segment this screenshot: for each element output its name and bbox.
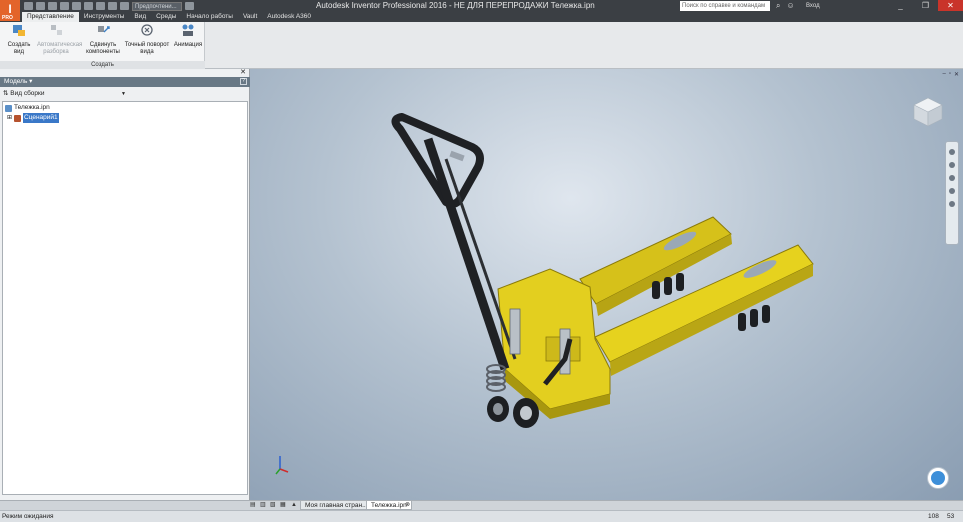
graphics-viewport[interactable]: – ▫ ✕ [250,69,963,500]
save-icon[interactable] [48,2,57,10]
create-panel-label[interactable]: Создать [0,61,205,69]
window-controls: _ ❐ ✕ [888,0,963,11]
view-selector-label: Вид сборки [10,90,45,97]
tab-a360[interactable]: Autodesk A360 [262,12,316,22]
tree-item-root[interactable]: Тележка.ipn [5,103,245,113]
model-browser: ✕ Модель ▾ ? ⇅ Вид сборки ▼ Тележка.ipn … [0,69,250,500]
sign-in-button[interactable]: Вход [806,1,866,11]
create-view-button[interactable]: Создать вид [2,23,36,56]
tab-vault[interactable]: Vault [238,12,262,22]
tile-vertical-icon[interactable]: ▥ [260,501,266,510]
auto-explode-button: Автоматическая разборка [37,23,83,56]
quick-access-toolbar: Предпочтени... [24,1,194,11]
coordinate-triad-icon [275,456,289,475]
browser-pin-icon[interactable]: ? [240,78,247,85]
user-icon[interactable]: ☺ [786,1,794,11]
logo-letter: I [8,2,12,16]
minimize-button[interactable]: _ [888,0,913,11]
material-icon[interactable] [120,2,129,10]
ribbon: Создать вид Автоматическая разборка Сдви… [0,22,963,69]
tree-item-scenario-label: Сценарий1 [23,113,59,123]
logo-sub: PRO [2,15,13,21]
pallet-truck-model [391,113,814,428]
title-bar: Предпочтени... Autodesk Inventor Profess… [0,0,963,12]
tab-close-icon[interactable]: ⊗ [405,501,410,510]
cascade-icon[interactable]: ▧ [270,501,276,510]
tile-horizontal-icon[interactable]: ▤ [250,501,256,510]
presentation-file-icon [5,104,12,112]
open-file-icon[interactable] [36,2,45,10]
tab-get-started[interactable]: Начало работы [181,12,238,22]
close-button[interactable]: ✕ [938,0,963,11]
tree-item-scenario[interactable]: ⊞ Сценарий1 [5,113,245,123]
browser-header: Модель ▾ ? [0,77,250,87]
create-view-label: Создать вид [7,42,31,55]
steering-wheels [487,396,539,428]
animation-button[interactable]: Анимация [172,23,204,49]
precise-rotate-view-label: Точный поворот вида [124,42,170,55]
animation-label: Анимация [173,42,203,48]
arrange-icon[interactable]: ▦ [280,501,286,510]
view-selector-icon: ⇅ [3,90,9,97]
select-icon[interactable] [108,2,117,10]
precise-rotate-view-button[interactable]: Точный поворот вида [122,23,172,56]
inventor-logo-button[interactable]: I PRO [0,0,20,21]
maximize-button[interactable]: ❐ [913,0,938,11]
auto-explode-label: Автоматическая разборка [37,42,83,55]
title-icons: ⌕ ☺ [776,1,795,11]
auto-explode-icon [51,25,62,35]
tree-item-root-label: Тележка.ipn [14,104,50,111]
browser-tree: Тележка.ipn ⊞ Сценарий1 [2,101,248,495]
scenario-icon [14,114,21,122]
appearance-combo[interactable]: Предпочтени... [132,1,182,11]
tab-home-page[interactable]: Моя главная стран... [300,501,373,510]
tweak-components-label: Сдвинуть компоненты [86,42,120,55]
browser-title[interactable]: Модель [4,78,27,85]
document-tabs: ▤ ▥ ▧ ▦ ▲ Моя главная стран... Тележка.i… [0,500,963,510]
create-view-icon [13,25,25,36]
expand-icon[interactable]: ⊞ [7,113,12,123]
view-home-button[interactable] [927,467,949,489]
doc-list-icon[interactable]: ▲ [291,501,297,510]
redo-icon[interactable] [72,2,81,10]
rotate-view-icon [141,24,153,36]
appearance-dropdown-icon[interactable] [185,2,194,10]
update-icon[interactable] [96,2,105,10]
binoculars-icon[interactable]: ⌕ [776,1,780,11]
home-icon[interactable] [84,2,93,10]
view-home-icon [931,471,945,485]
tab-environments[interactable]: Среды [151,12,181,22]
status-value-2: 53 [947,513,955,520]
tweak-components-button[interactable]: Сдвинуть компоненты [84,23,122,56]
chevron-down-icon[interactable]: ▼ [121,89,126,99]
help-search-input[interactable]: Поиск по справке и командам [680,1,770,11]
status-text: Режим ожидания [2,513,54,520]
browser-close-icon[interactable]: ✕ [240,69,246,77]
tab-tools[interactable]: Инструменты [79,12,130,22]
ribbon-tabs: Представление Инструменты Вид Среды Нача… [0,12,963,22]
undo-icon[interactable] [60,2,69,10]
create-panel: Создать вид Автоматическая разборка Сдви… [0,22,205,69]
tweak-components-icon [98,26,110,33]
status-bar: Режим ожидания 108 53 [0,510,963,522]
animation-icon [182,24,194,36]
new-file-icon[interactable] [24,2,33,10]
status-value-1: 108 [928,513,939,520]
tab-presentation[interactable]: Представление [22,12,79,22]
tab-view[interactable]: Вид [129,12,151,22]
view-selector[interactable]: ⇅ Вид сборки ▼ [3,89,247,99]
window-title: Autodesk Inventor Professional 2016 - НЕ… [316,1,595,10]
